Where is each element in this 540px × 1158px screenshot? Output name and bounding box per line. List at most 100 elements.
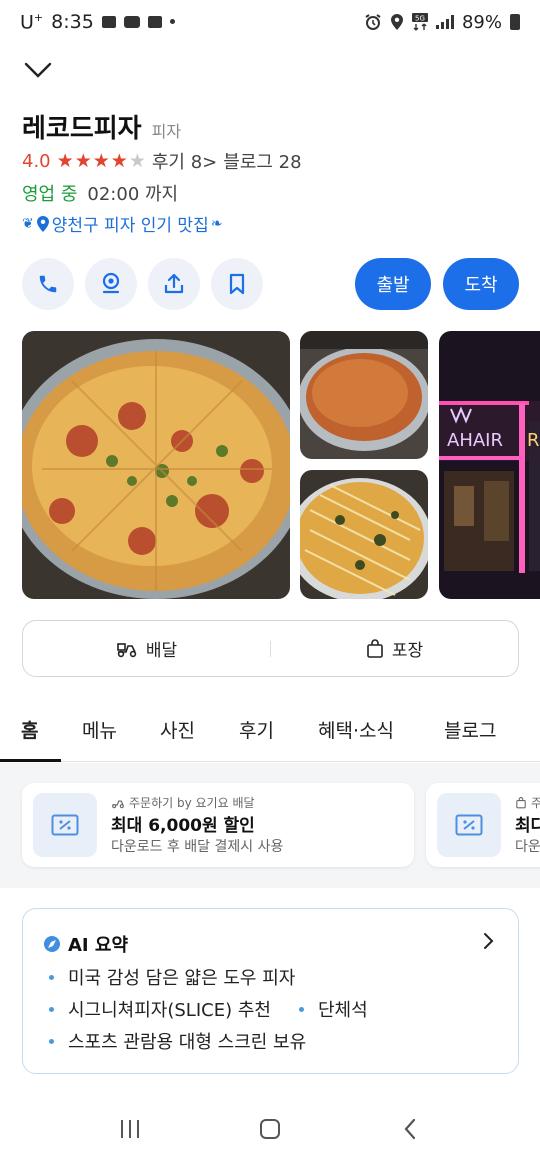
laurel-left-icon: ❦: [22, 215, 34, 232]
back-button[interactable]: [390, 1109, 430, 1149]
status-bar: U+ 8:35 5G 89%: [0, 0, 540, 44]
back-icon: [404, 1118, 416, 1140]
chevron-down-icon: [24, 62, 52, 78]
tab-reviews[interactable]: 후기: [239, 716, 274, 743]
collapse-button[interactable]: [22, 56, 54, 84]
battery-percent: 89%: [461, 11, 502, 33]
coupon-icon: [437, 793, 501, 857]
more-notifications-icon: [169, 19, 175, 25]
depart-button[interactable]: 출발: [355, 258, 431, 310]
blog-link[interactable]: 블로그 28: [223, 148, 301, 174]
coupon-source-text: 주문하기 by 요기요 배달: [129, 796, 255, 810]
ai-summary-more[interactable]: [482, 931, 496, 955]
chevron-right-icon: [484, 933, 494, 949]
share-button[interactable]: [148, 258, 200, 310]
recents-icon: [121, 1120, 139, 1138]
map-pin-icon: [36, 215, 49, 232]
laurel-right-icon: ❧: [210, 215, 223, 232]
tab-blog[interactable]: 블로그: [444, 716, 496, 743]
takeout-label: 포장: [391, 641, 424, 661]
ai-summary-item: 미국 감성 담은 얇은 도우 피자: [49, 964, 295, 990]
voicemail-icon: [123, 15, 140, 28]
title-row: 레코드피자 피자: [22, 108, 181, 145]
status-time: 8:35: [51, 10, 94, 33]
delivery-button[interactable]: 배달: [23, 636, 270, 661]
chat-icon: [147, 15, 162, 28]
battery-icon: [510, 14, 520, 30]
coupon-carousel[interactable]: 주문하기 by 요기요 배달 최대 6,000원 할인 다운로드 후 배달 결제…: [0, 763, 540, 888]
review-link[interactable]: 후기 8>: [152, 148, 217, 174]
ai-summary-text: 스포츠 관람용 대형 스크린 보유: [68, 1032, 307, 1053]
bookmark-icon: [229, 273, 245, 295]
coupon-source-text: 주: [531, 796, 540, 810]
carrier-sup: +: [33, 10, 44, 24]
share-icon: [164, 273, 184, 294]
ai-summary-text: 단체석: [317, 1000, 368, 1021]
photo-4[interactable]: AHAIR R: [439, 331, 540, 599]
photo-2[interactable]: [300, 331, 428, 459]
tab-bar: 홈 메뉴 사진 후기 혜택·소식 블로그: [0, 704, 540, 762]
coupon-source: 주: [515, 794, 540, 811]
ai-summary-item: 스포츠 관람용 대형 스크린 보유: [49, 1028, 306, 1054]
home-icon: [260, 1119, 280, 1139]
place-name: 레코드피자: [22, 114, 142, 144]
system-nav-bar: [0, 1100, 540, 1158]
photo-gallery[interactable]: AHAIR R: [22, 331, 540, 599]
5g-icon: 5G: [411, 13, 428, 31]
tab-menu[interactable]: 메뉴: [82, 716, 117, 743]
neon-sign-text: AHAIR: [447, 430, 503, 451]
coupon-title: 최다: [515, 816, 540, 836]
service-options: 배달 포장: [22, 620, 519, 677]
arrive-button[interactable]: 도착: [443, 258, 519, 310]
ai-summary-text: 시그니쳐피자(SLICE) 추천: [68, 1000, 271, 1021]
takeout-button[interactable]: 포장: [271, 636, 518, 661]
tab-photos[interactable]: 사진: [160, 716, 195, 743]
open-status: 영업 중: [22, 184, 78, 205]
save-button[interactable]: [211, 258, 263, 310]
alarm-icon: [365, 14, 381, 30]
location-view-icon: [102, 272, 120, 294]
ai-summary-card[interactable]: AI 요약 미국 감성 담은 얇은 도우 피자 시그니쳐피자(SLICE) 추천…: [22, 908, 519, 1074]
scooter-icon: [112, 800, 124, 808]
signal-icon: [435, 15, 454, 29]
star-icon: ★: [56, 150, 74, 172]
scooter-icon: [117, 642, 137, 657]
star-icon: ★: [110, 150, 128, 172]
bullet: [49, 1038, 54, 1044]
location-icon: [390, 14, 403, 30]
ai-summary-title: AI 요약: [68, 935, 129, 956]
star-empty-icon: ★: [128, 150, 146, 172]
recents-button[interactable]: [110, 1109, 150, 1149]
coupon-desc: 다운: [515, 839, 540, 855]
active-tab-indicator: [0, 759, 61, 762]
street-view-button[interactable]: [85, 258, 137, 310]
tab-benefits[interactable]: 혜택·소식: [318, 716, 394, 743]
home-button[interactable]: [250, 1109, 290, 1149]
bullet: [298, 1006, 304, 1012]
popular-tag-label: 양천구 피자 인기 맛집: [51, 216, 209, 236]
ai-summary-header: AI 요약: [43, 931, 128, 957]
close-time: 02:00 까지: [87, 184, 179, 205]
photo-3[interactable]: [300, 470, 428, 599]
action-row: [22, 258, 263, 310]
bullet: [49, 1006, 54, 1012]
message-icon: [101, 15, 116, 28]
carrier-text: U: [20, 11, 34, 34]
neon-sign-r: R: [527, 430, 540, 451]
star-icon: ★: [74, 150, 92, 172]
coupon-icon: [33, 793, 97, 857]
rating-value: 4.0: [22, 150, 51, 172]
popular-tag[interactable]: ❦ 양천구 피자 인기 맛집 ❧: [22, 211, 222, 236]
coupon-card[interactable]: 주문하기 by 요기요 배달 최대 6,000원 할인 다운로드 후 배달 결제…: [22, 783, 414, 867]
pizza-photo-2: [300, 331, 428, 459]
photo-main[interactable]: [22, 331, 290, 599]
ai-compass-icon: [44, 936, 60, 952]
call-button[interactable]: [22, 258, 74, 310]
delivery-label: 배달: [145, 641, 178, 661]
status-left: U+ 8:35: [20, 11, 175, 33]
bullet: [49, 974, 54, 980]
hours-row: 영업 중 02:00 까지: [22, 180, 178, 206]
rating-row: 4.0 ★ ★ ★ ★ ★ 후기 8> 블로그 28: [22, 148, 302, 174]
coupon-card[interactable]: 주 최다 다운: [426, 783, 540, 867]
tab-home[interactable]: 홈: [21, 716, 38, 743]
